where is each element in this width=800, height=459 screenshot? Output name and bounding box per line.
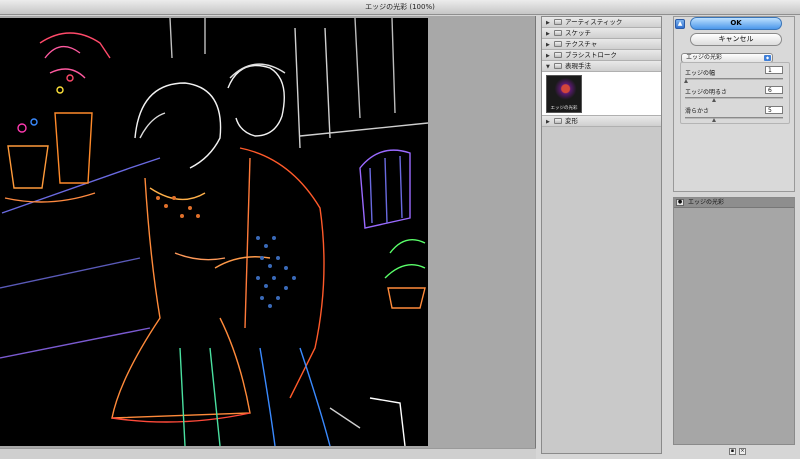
stylize-thumbnails: エッジの光彩 [542,72,661,116]
param-label-edge-brightness: エッジの明るさ [685,89,728,96]
effect-layer-name: エッジの光彩 [688,199,725,206]
smoothness-slider[interactable] [685,117,783,119]
smoothness-slider-thumb[interactable] [712,118,716,122]
thumb-label: エッジの光彩 [550,106,578,111]
preview-canvas[interactable] [0,18,428,446]
folder-icon [554,41,562,47]
category-sketch[interactable]: ▶ スケッチ [542,28,661,39]
effect-layer-row[interactable]: ● エッジの光彩 [674,198,794,208]
category-distort[interactable]: ▶ 変形 [542,116,661,127]
folder-icon [554,30,562,36]
edge-brightness-slider[interactable] [685,97,783,99]
folder-icon [554,19,562,25]
preview-zoom-bar [0,448,536,459]
edge-width-input[interactable]: 1 [765,66,783,74]
eye-icon[interactable]: ● [676,199,684,206]
folder-icon [554,118,562,124]
edge-brightness-slider-thumb[interactable] [712,98,716,102]
select-arrow-icon: ◆ [764,55,771,61]
param-label-smoothness: 滑らかさ [685,108,710,115]
folder-icon [554,52,562,58]
glowing-edges-artwork [0,18,428,446]
smoothness-input[interactable]: 5 [765,106,783,114]
cancel-button[interactable]: キャンセル [690,33,782,46]
ok-button[interactable]: OK [690,17,782,30]
param-label-edge-width: エッジの幅 [685,70,716,77]
thumb-image [548,77,580,103]
filter-select-value: エッジの光彩 [686,54,723,61]
category-texture[interactable]: ▶ テクスチャ [542,39,661,50]
window-title: エッジの光彩 (100%) [0,0,800,15]
folder-open-icon [554,63,562,69]
expand-triangle-icon[interactable]: ▶ [546,117,554,128]
preview-pane[interactable] [0,16,536,448]
category-stylize[interactable]: ▼ 表現手法 [542,61,661,72]
effect-layers-panel: ● エッジの光彩 [673,197,795,445]
edge-width-slider[interactable] [685,78,783,80]
thumb-glowing-edges[interactable]: エッジの光彩 [546,75,582,113]
trash-icon[interactable]: × [739,448,746,455]
edge-brightness-input[interactable]: 6 [765,86,783,94]
collapse-gallery-button[interactable]: ▲ [675,19,685,29]
category-brush-strokes[interactable]: ▶ ブラシストローク [542,50,661,61]
category-artistic[interactable]: ▶ アーティスティック [542,17,661,28]
filter-gallery: ▶ アーティスティック ▶ スケッチ ▶ テクスチャ ▶ ブラシストローク ▼ 表現手法 … [541,16,662,454]
edge-width-slider-thumb[interactable] [684,79,688,83]
new-layer-icon[interactable]: ▪ [729,448,736,455]
